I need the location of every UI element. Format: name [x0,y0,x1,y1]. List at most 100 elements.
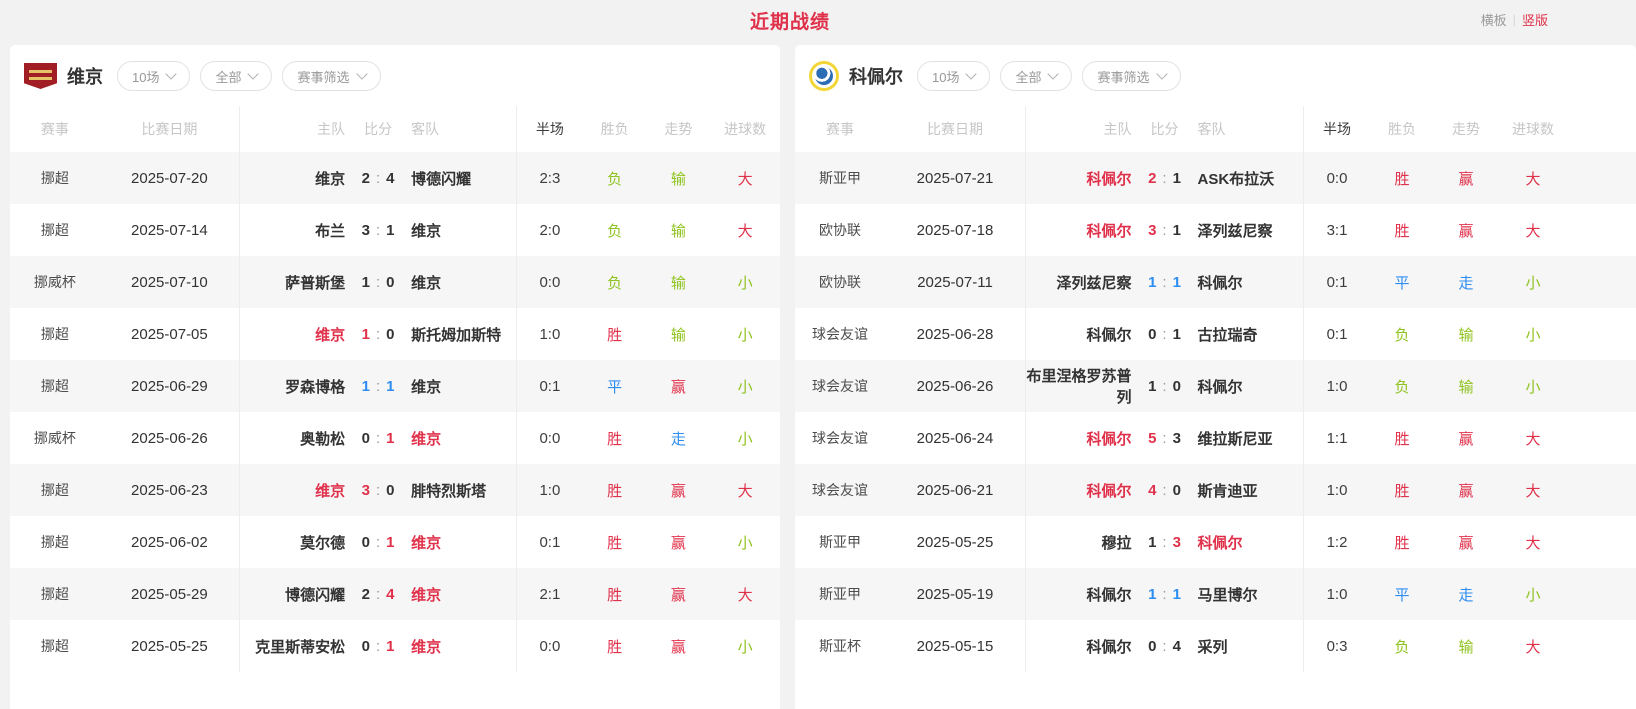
goals-cell: 小 [1498,308,1568,360]
match-row: 斯亚甲2025-05-19科佩尔1:1马里博尔1:0平走小 [795,568,1636,620]
match-table-body: 斯亚甲2025-07-21科佩尔2:1ASK布拉沃0:0胜赢大欧协联2025-0… [795,152,1636,672]
col-half: 半场 [1303,106,1370,152]
match-cell: 博德闪耀2:4维京 [239,568,516,620]
home-goals: 2 [362,170,370,187]
match-row: 球会友谊2025-06-26布里涅格罗苏普列1:0科佩尔1:0负输小 [795,360,1636,412]
home-goals: 2 [362,586,370,603]
goals-cell: 大 [1498,412,1568,464]
result-cell: 负 [583,152,647,204]
date-cell: 2025-07-21 [885,152,1025,204]
match-cell: 维京1:0斯托姆加斯特 [239,308,516,360]
away-goals: 1 [1173,170,1181,187]
home-team-name: 科佩尔 [1026,480,1132,501]
score: 1:0 [1132,378,1198,395]
competition-filter-dropdown[interactable]: 赛事筛选 [282,61,380,91]
score-colon: : [376,170,380,187]
score: 3:0 [345,482,411,499]
goals-cell: 大 [710,152,780,204]
league-cell: 球会友谊 [795,464,885,516]
score: 4:0 [1132,482,1198,499]
score-colon: : [1162,170,1166,187]
score-colon: : [376,586,380,603]
league-cell: 斯亚甲 [795,516,885,568]
col-match: 主队 比分 客队 [1025,106,1303,152]
date-cell: 2025-07-14 [100,204,239,256]
score: 1:3 [1132,534,1198,551]
match-cell: 穆拉1:3科佩尔 [1025,516,1303,568]
home-team-name: 科佩尔 [1026,220,1132,241]
trend-cell: 输 [1434,308,1498,360]
date-cell: 2025-06-23 [100,464,239,516]
score: 0:4 [1132,638,1198,655]
col-result: 胜负 [1370,106,1434,152]
home-goals: 1 [1148,378,1156,395]
toggle-vertical[interactable]: 竖版 [1522,10,1548,29]
goals-cell: 小 [710,360,780,412]
score-colon: : [1162,378,1166,395]
rounds-dropdown[interactable]: 10场 [917,61,990,91]
home-team-name: 穆拉 [1026,532,1132,553]
halftime-cell: 1:2 [1303,516,1370,568]
date-cell: 2025-05-25 [885,516,1025,568]
match-row: 斯亚甲2025-05-25穆拉1:3科佩尔1:2胜赢大 [795,516,1636,568]
away-team-name: 科佩尔 [1198,376,1304,397]
trend-cell: 输 [1434,360,1498,412]
away-team-name: 科佩尔 [1198,272,1304,293]
competition-filter-label: 赛事筛选 [1097,67,1149,86]
score-colon: : [1162,430,1166,447]
result-cell: 胜 [583,308,647,360]
away-goals: 4 [386,586,394,603]
away-goals: 4 [386,170,394,187]
trend-cell: 赢 [1434,204,1498,256]
league-cell: 挪威杯 [10,412,100,464]
result-cell: 胜 [583,412,647,464]
match-row: 球会友谊2025-06-24科佩尔5:3维拉斯尼亚1:1胜赢大 [795,412,1636,464]
rounds-dropdown[interactable]: 10场 [117,61,190,91]
score: 3:1 [1132,222,1198,239]
team-name: 科佩尔 [849,63,903,89]
home-team-name: 维京 [240,324,345,345]
col-home: 主队 [1026,119,1132,139]
match-row: 挪超2025-06-29罗森博格1:1维京0:1平赢小 [10,360,780,412]
col-result: 胜负 [583,106,647,152]
home-team-name: 克里斯蒂安松 [240,636,345,657]
team-card-koper: 科佩尔 10场 全部 赛事筛选 赛事 比赛日期 主队 比分 客队 半场 胜负 走… [795,45,1636,709]
competition-filter-dropdown[interactable]: 赛事筛选 [1082,61,1180,91]
date-cell: 2025-06-28 [885,308,1025,360]
away-team-name: 采列 [1198,636,1304,657]
league-cell: 欧协联 [795,256,885,308]
halftime-cell: 0:0 [516,412,583,464]
league-cell: 欧协联 [795,204,885,256]
score: 1:0 [345,326,411,343]
score: 5:3 [1132,430,1198,447]
trend-cell: 赢 [1434,464,1498,516]
away-team-name: 古拉瑞奇 [1198,324,1304,345]
home-team-name: 莫尔德 [240,532,345,553]
halftime-cell: 0:1 [1303,308,1370,360]
away-goals: 3 [1173,534,1181,551]
league-cell: 球会友谊 [795,360,885,412]
home-goals: 1 [1148,586,1156,603]
score-colon: : [376,638,380,655]
home-goals: 1 [1148,274,1156,291]
scope-dropdown[interactable]: 全部 [1000,61,1072,91]
home-team-name: 布兰 [240,220,345,241]
chevron-down-icon [248,68,259,79]
away-team-name: 博德闪耀 [411,168,516,189]
match-cell: 维京3:0腓特烈斯塔 [239,464,516,516]
date-cell: 2025-06-26 [885,360,1025,412]
trend-cell: 走 [1434,568,1498,620]
halftime-cell: 0:0 [1303,152,1370,204]
match-cell: 莫尔德0:1维京 [239,516,516,568]
toggle-horizontal[interactable]: 横板 [1481,10,1507,29]
match-table-body: 挪超2025-07-20维京2:4博德闪耀2:3负输大挪超2025-07-14布… [10,152,780,672]
scope-dropdown[interactable]: 全部 [200,61,272,91]
chevron-down-icon [966,68,977,79]
date-cell: 2025-05-15 [885,620,1025,672]
halftime-cell: 0:0 [516,256,583,308]
home-goals: 1 [362,378,370,395]
league-cell: 挪超 [10,204,100,256]
match-row: 挪超2025-06-02莫尔德0:1维京0:1胜赢小 [10,516,780,568]
goals-cell: 小 [710,256,780,308]
trend-cell: 赢 [647,516,711,568]
